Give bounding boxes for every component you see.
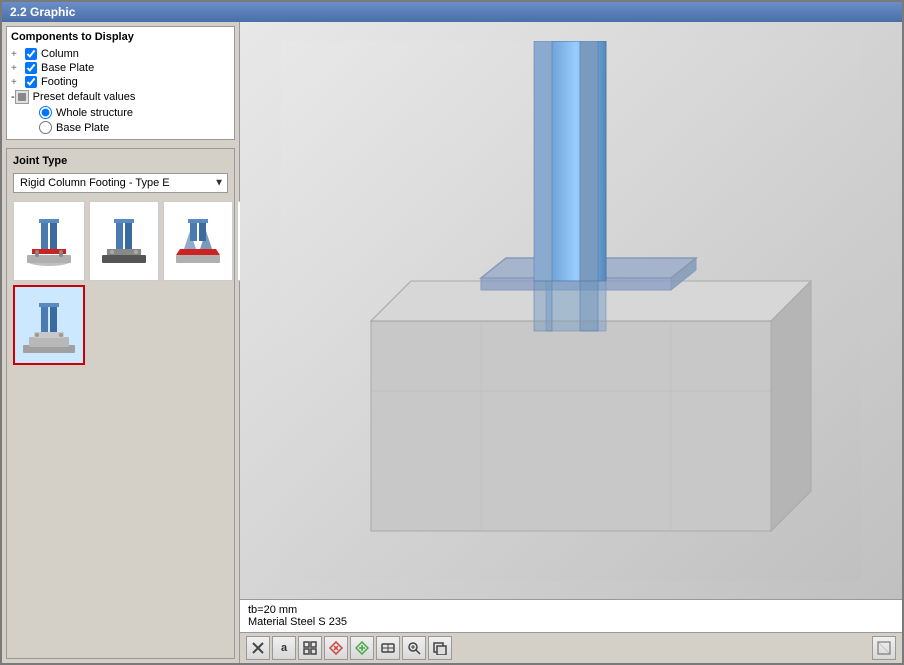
main-window: 2.2 Graphic Components to Display + Colu… — [0, 0, 904, 665]
bottom-toolbar: a — [240, 632, 902, 663]
viewport-3d[interactable] — [240, 22, 902, 599]
radio-baseplate-preset[interactable] — [39, 121, 52, 134]
text-icon: a — [281, 642, 287, 654]
label-whole-structure: Whole structure — [56, 107, 133, 119]
joint-icon-type1[interactable] — [13, 201, 85, 281]
joint-icons-grid — [13, 201, 228, 365]
tree-item-column[interactable]: + Column — [11, 47, 230, 61]
toolbar-btn-view[interactable] — [376, 636, 400, 660]
radio-whole-structure[interactable] — [39, 106, 52, 119]
checkbox-footing[interactable] — [25, 76, 37, 88]
joint-icon-type5-svg — [19, 295, 79, 355]
checkbox-baseplate[interactable] — [25, 62, 37, 74]
joint-type-dropdown[interactable]: Rigid Column Footing - Type A Rigid Colu… — [13, 173, 228, 193]
scene-container — [240, 22, 902, 599]
joint-icon-type2[interactable] — [89, 201, 159, 281]
info-bar: tb=20 mm Material Steel S 235 — [240, 599, 902, 632]
joint-type-section: Joint Type Rigid Column Footing - Type A… — [6, 148, 235, 659]
joint-icon-type2-svg — [94, 211, 154, 271]
joint-icon-type1-svg — [19, 211, 79, 271]
joint-icon-type3[interactable] — [163, 201, 233, 281]
toolbar-btn-cut[interactable] — [246, 636, 270, 660]
preset-icon — [15, 90, 29, 104]
toolbar-btn-text[interactable]: a — [272, 636, 296, 660]
window-title: 2.2 Graphic — [10, 5, 75, 19]
label-preset: Preset default values — [33, 91, 136, 103]
label-column: Column — [41, 48, 79, 60]
tree-item-baseplate[interactable]: + Base Plate — [11, 61, 230, 75]
joint-icon-type3-svg — [168, 211, 228, 271]
info-line1: tb=20 mm — [248, 604, 894, 616]
radio-item-whole-structure[interactable]: Whole structure — [39, 105, 230, 120]
toolbar-btn-zoom[interactable] — [402, 636, 426, 660]
right-panel: tb=20 mm Material Steel S 235 a — [240, 22, 902, 663]
toolbar-buttons-left: a — [246, 636, 452, 660]
expander-footing[interactable]: + — [11, 77, 25, 88]
info-line2: Material Steel S 235 — [248, 616, 894, 628]
toolbar-btn-extra[interactable] — [428, 636, 452, 660]
joint-type-dropdown-container: Rigid Column Footing - Type A Rigid Colu… — [13, 173, 228, 193]
tree-item-preset: - Preset default values — [11, 89, 230, 105]
joint-icon-type5[interactable] — [13, 285, 85, 365]
toolbar-btn-grid[interactable] — [298, 636, 322, 660]
left-panel: Components to Display + Column + Base Pl… — [2, 22, 240, 663]
checkbox-column[interactable] — [25, 48, 37, 60]
toolbar-btn-help[interactable] — [872, 636, 896, 660]
components-header: Components to Display — [11, 31, 230, 43]
expander-baseplate[interactable]: + — [11, 63, 25, 74]
label-footing: Footing — [41, 76, 78, 88]
radio-item-baseplate-preset[interactable]: Base Plate — [39, 120, 230, 135]
label-baseplate: Base Plate — [41, 62, 94, 74]
joint-type-header: Joint Type — [13, 155, 228, 167]
toolbar-btn-remove[interactable] — [324, 636, 348, 660]
3d-scene-svg — [281, 41, 861, 581]
label-baseplate-preset: Base Plate — [56, 122, 109, 134]
toolbar-btn-delete[interactable] — [350, 636, 374, 660]
expander-column[interactable]: + — [11, 49, 25, 60]
components-section: Components to Display + Column + Base Pl… — [6, 26, 235, 140]
tree-item-footing[interactable]: + Footing — [11, 75, 230, 89]
title-bar: 2.2 Graphic — [2, 2, 902, 22]
